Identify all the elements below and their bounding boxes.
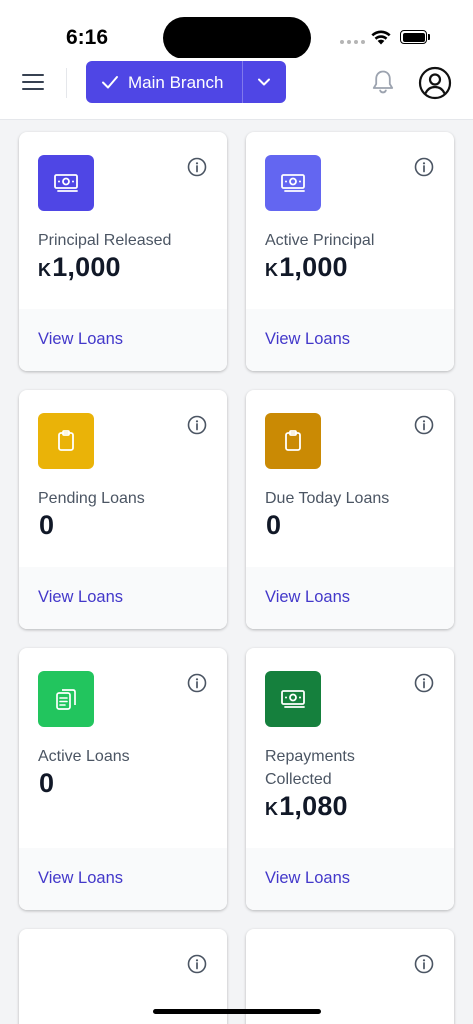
card-footer: View Loans (19, 309, 227, 371)
info-icon[interactable] (187, 673, 207, 693)
currency-symbol: K (265, 799, 279, 819)
battery-icon (400, 30, 430, 44)
view-loans-link[interactable]: View Loans (265, 869, 350, 888)
card-value: K1,000 (265, 252, 348, 282)
card-active-loans: Active Loans 0 View Loans (19, 648, 227, 910)
signal-icon (340, 40, 365, 44)
home-indicator[interactable] (153, 1009, 321, 1014)
user-profile-icon[interactable] (418, 66, 452, 100)
header-divider (66, 68, 67, 98)
info-icon[interactable] (187, 415, 207, 435)
info-icon[interactable] (414, 415, 434, 435)
clipboard-icon (38, 413, 94, 469)
info-icon[interactable] (414, 673, 434, 693)
card-value: 0 (39, 768, 55, 798)
status-bar: 6:16 (0, 0, 473, 59)
info-icon[interactable] (187, 954, 207, 974)
card-label: Principal Released (38, 232, 172, 249)
view-loans-link[interactable]: View Loans (265, 330, 350, 349)
card-value: K1,080 (265, 791, 348, 821)
status-time: 6:16 (66, 26, 109, 49)
card-value: 0 (39, 510, 55, 540)
currency-symbol: K (38, 260, 52, 280)
bell-icon[interactable] (370, 68, 396, 96)
app-header: Main Branch (0, 58, 473, 120)
view-loans-link[interactable]: View Loans (38, 588, 123, 607)
card-footer: View Loans (19, 848, 227, 910)
card-active-principal: Active Principal K1,000 View Loans (246, 132, 454, 371)
info-icon[interactable] (187, 157, 207, 177)
card-pending-loans: Pending Loans 0 View Loans (19, 390, 227, 629)
money-icon (38, 155, 94, 211)
money-icon (265, 155, 321, 211)
card-footer: View Loans (246, 848, 454, 910)
card-footer: View Loans (19, 567, 227, 629)
card-footer: View Loans (246, 309, 454, 371)
card-footer: View Loans (246, 567, 454, 629)
view-loans-link[interactable]: View Loans (265, 588, 350, 607)
menu-button[interactable] (20, 70, 48, 94)
money-icon (265, 671, 321, 727)
card-label: Active Principal (265, 232, 375, 249)
card-value: 0 (266, 510, 282, 540)
card-label: Due Today Loans (265, 490, 390, 507)
branch-selector-button[interactable]: Main Branch (86, 61, 286, 103)
chevron-down-icon[interactable] (256, 75, 272, 89)
currency-symbol: K (265, 260, 279, 280)
clipboard-icon (265, 413, 321, 469)
info-icon[interactable] (414, 157, 434, 177)
wifi-icon (371, 30, 391, 45)
check-icon (102, 76, 118, 89)
dynamic-island (163, 17, 311, 59)
stats-grid: Principal Released K1,000 View Loans Act… (19, 132, 455, 1024)
card-value: K1,000 (38, 252, 121, 282)
card-principal-released: Principal Released K1,000 View Loans (19, 132, 227, 371)
info-icon[interactable] (414, 954, 434, 974)
view-loans-link[interactable]: View Loans (38, 869, 123, 888)
card-label: Pending Loans (38, 490, 145, 507)
branch-label: Main Branch (128, 73, 224, 92)
view-loans-link[interactable]: View Loans (38, 330, 123, 349)
card-label: Active Loans (38, 748, 130, 765)
card-repayments-collected: Repayments Collected K1,080 View Loans (246, 648, 454, 910)
clipboard-list-icon (38, 671, 94, 727)
card-label: Repayments Collected (265, 748, 355, 788)
card-due-today-loans: Due Today Loans 0 View Loans (246, 390, 454, 629)
